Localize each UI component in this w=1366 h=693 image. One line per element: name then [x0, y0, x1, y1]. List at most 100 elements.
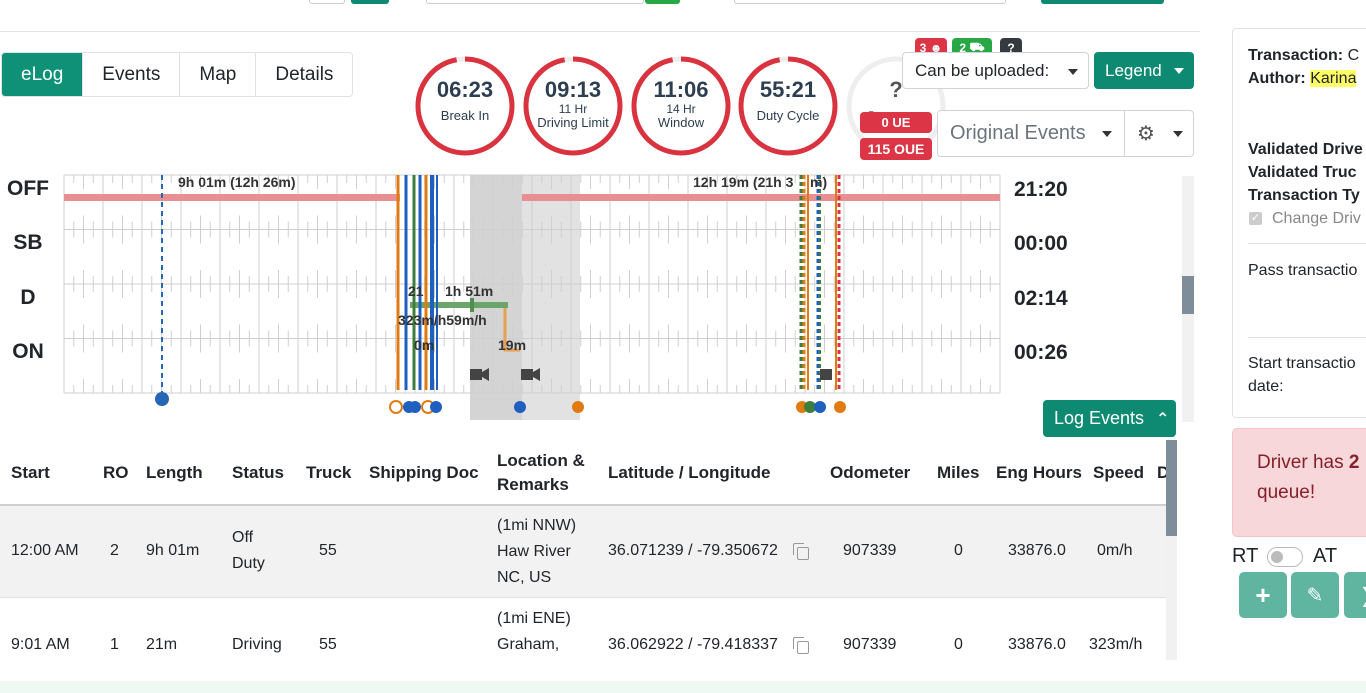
cell-length: 9h 01m — [146, 542, 200, 559]
column-header-lat-lon[interactable]: Latitude / Longitude — [608, 460, 770, 485]
column-header-speed[interactable]: Speed — [1093, 460, 1144, 485]
cell-eng-hours: 33876.0 — [1008, 636, 1066, 653]
cell-speed: 323m/h — [1089, 636, 1143, 653]
camera-icon — [820, 369, 832, 380]
camera-icon — [521, 369, 533, 380]
column-header-shipping-doc[interactable]: Shipping Doc — [369, 460, 479, 485]
top-input-stub[interactable] — [734, 0, 1006, 4]
cell-odometer: 907339 — [843, 542, 897, 559]
top-button-stub[interactable] — [1041, 0, 1164, 4]
cell-ro: 2 — [110, 542, 119, 559]
tab-elog[interactable]: eLog — [2, 53, 84, 96]
column-header-length[interactable]: Length — [146, 460, 203, 485]
legend-button[interactable]: Legend — [1094, 52, 1194, 89]
column-header-start[interactable]: Start — [11, 460, 50, 485]
column-header-ro[interactable]: RO — [103, 460, 129, 485]
graph-scrollbar-thumb[interactable] — [1182, 276, 1194, 314]
table-scrollbar-thumb[interactable] — [1166, 440, 1177, 536]
chevron-down-icon — [1173, 131, 1183, 137]
author-label: Author: — [1248, 70, 1306, 87]
toggle-knob — [1271, 551, 1283, 563]
cell-start: 9:01 AM — [11, 636, 70, 653]
footer-strip — [0, 681, 1366, 693]
graph-annotation: 9h 01m (12h 26m) — [178, 174, 296, 190]
view-tabs: eLog Events Map Details — [1, 52, 354, 97]
table-row[interactable]: 12:00 AM 2 9h 01m Off Duty 55 (1mi NNW) … — [0, 506, 1166, 598]
edit-button[interactable]: ✎ — [1291, 572, 1339, 618]
gauge-label: Duty Cycle — [756, 108, 820, 123]
gauge-label: 11 Hr — [558, 102, 588, 116]
cell-start: 12:00 AM — [11, 542, 79, 559]
log-events-button[interactable]: Log Events ⌃ — [1043, 400, 1176, 437]
column-header-odometer[interactable]: Odometer — [830, 460, 910, 485]
column-header-eng-hours[interactable]: Eng Hours — [996, 460, 1082, 485]
gauge-label: 14 Hr — [666, 102, 696, 116]
cell-status: Off — [232, 529, 254, 546]
graph-annotation: 323m/h59m/h — [398, 312, 487, 328]
transaction-line: Transaction: C — [1248, 44, 1359, 67]
legend-label: Legend — [1105, 60, 1162, 80]
top-button-stub[interactable] — [351, 0, 389, 4]
copy-icon[interactable] — [793, 543, 809, 560]
author-line: Author: Karina — [1248, 67, 1357, 90]
rt-at-toggle[interactable] — [1267, 547, 1303, 567]
events-source-dropdown[interactable]: Original Events — [937, 110, 1125, 157]
gauge-label: Break In — [440, 108, 490, 123]
tab-events[interactable]: Events — [83, 53, 181, 96]
column-header-truck[interactable]: Truck — [306, 460, 351, 485]
settings-dropdown[interactable]: ⚙ — [1124, 110, 1194, 157]
cell-miles: 0 — [954, 542, 963, 559]
author-value: Karina — [1310, 70, 1357, 87]
cell-location: NC, US — [497, 569, 552, 586]
transaction-value: C — [1347, 47, 1360, 64]
graph-annotation: m) — [810, 174, 827, 190]
cell-ro: 1 — [110, 636, 119, 653]
cell-truck: 55 — [319, 636, 337, 653]
rt-label: RT — [1232, 545, 1259, 567]
gauge-value: 55:21 — [759, 77, 817, 102]
ue-badge[interactable]: 0 UE — [860, 112, 932, 133]
cell-location: (1mi NNW) — [497, 517, 577, 534]
graph-annotation: 1h 51m — [445, 283, 493, 299]
at-label: AT — [1313, 545, 1338, 567]
pass-transaction-label: Pass transactio — [1248, 262, 1358, 279]
action-button[interactable]: ❯ — [1344, 572, 1366, 618]
cell-truck: 55 — [319, 542, 337, 559]
duty-status-graph[interactable]: 9h 01m (12h 26m) 12h 19m (21h 3 m) 21 1h… — [0, 170, 1190, 425]
column-header-miles[interactable]: Miles — [937, 460, 980, 485]
tab-details[interactable]: Details — [256, 53, 353, 96]
alert-text: queue! — [1257, 482, 1316, 503]
top-button-stub[interactable] — [309, 0, 345, 4]
column-header-status[interactable]: Status — [232, 460, 284, 485]
current-time-marker — [155, 392, 169, 406]
top-toolbar-strip — [0, 0, 1200, 32]
event-marker-icon — [409, 401, 421, 413]
upload-filter-dropdown[interactable]: Can be uploaded: — [902, 52, 1089, 89]
event-marker-icon — [814, 401, 826, 413]
add-button[interactable]: + — [1239, 572, 1287, 618]
log-events-label: Log Events — [1054, 408, 1145, 428]
arrow-icon: ❯ — [1360, 583, 1366, 608]
dropdown-label: Original Events — [950, 122, 1086, 144]
graph-annotation: 19m — [498, 337, 526, 353]
top-button-stub[interactable] — [645, 0, 680, 4]
change-driver-checkbox[interactable]: ✓ — [1249, 212, 1262, 225]
events-table: Start RO Length Status Truck Shipping Do… — [0, 437, 1166, 657]
cell-odometer: 907339 — [843, 636, 897, 653]
table-row[interactable]: 9:01 AM 1 21m Driving 55 (1mi ENE) Graha… — [0, 599, 1166, 657]
graph-annotation: 21 — [408, 283, 424, 299]
event-marker-icon — [572, 401, 584, 413]
tab-map[interactable]: Map — [180, 53, 257, 96]
column-header-d[interactable]: D — [1157, 460, 1166, 485]
gears-icon: ⚙ — [1137, 123, 1155, 145]
alert-text-part: Driver has — [1257, 452, 1349, 473]
table-scrollbar[interactable] — [1166, 440, 1177, 660]
column-header-location-remarks[interactable]: Remarks — [497, 472, 569, 497]
graph-annotation: 12h 19m (21h 3 — [693, 174, 794, 190]
top-input-stub[interactable] — [426, 0, 644, 4]
chevron-up-icon: ⌃ — [1156, 411, 1170, 428]
column-header-location[interactable]: Location & — [497, 448, 585, 473]
graph-scrollbar[interactable] — [1182, 176, 1194, 422]
copy-icon[interactable] — [793, 637, 809, 654]
oue-badge[interactable]: 115 OUE — [860, 138, 932, 160]
